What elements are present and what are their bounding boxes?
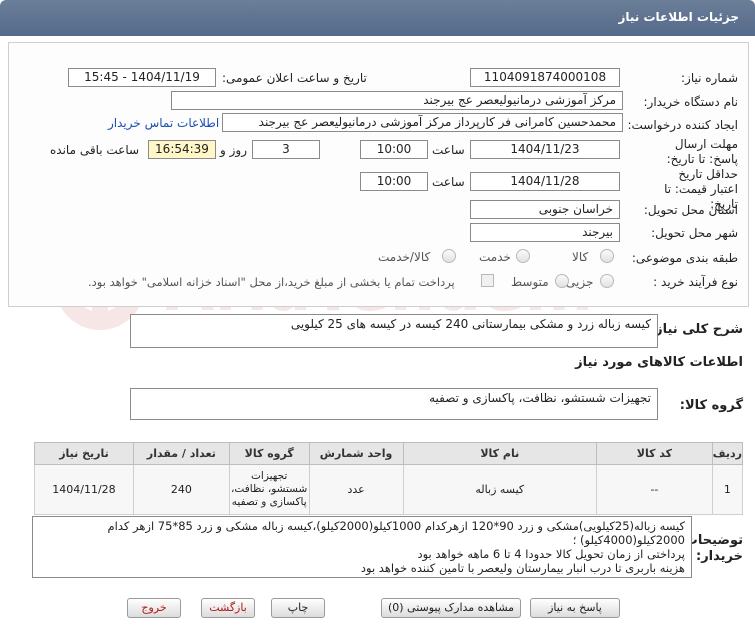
- items-table-wrapper: ردیف کد کالا نام کالا واحد شمارش گروه کا…: [34, 442, 744, 515]
- table-row[interactable]: 1 -- کیسه زباله عدد تجهیزات شستشو، نظافت…: [34, 464, 744, 515]
- cell-qty: 240: [132, 464, 230, 515]
- contact-buyer-link[interactable]: اطلاعات تماس خریدار: [108, 116, 219, 130]
- requester-label: ایجاد کننده درخواست:: [627, 118, 738, 132]
- category-goods-radio[interactable]: [600, 249, 614, 263]
- buyer-notes-field: کیسه زباله(25کیلویی)مشکی و زرد 90*120 از…: [32, 516, 692, 578]
- need-number-value: 1104091874000108: [470, 68, 620, 87]
- cell-row: 1: [711, 464, 744, 515]
- col-name: نام کالا: [402, 442, 598, 465]
- buyer-note-line: کیسه زباله(25کیلویی)مشکی و زرد 90*120 از…: [107, 519, 686, 533]
- cell-group-line: تجهیزات: [251, 470, 288, 482]
- general-desc-label: شرح کلی نیاز:: [649, 322, 743, 337]
- back-button[interactable]: بازگشت: [201, 598, 255, 618]
- category-label: طبقه بندی موضوعی:: [631, 251, 738, 265]
- deadline-label: مهلت ارسال پاسخ: تا تاریخ:: [666, 137, 738, 166]
- province-value: خراسان جنوبی: [470, 200, 620, 219]
- city-value: بیرجند: [470, 223, 620, 242]
- cell-name: کیسه زباله: [402, 464, 598, 515]
- validity-date: 1404/11/28: [470, 172, 620, 191]
- deadline-time-label: ساعت: [432, 143, 465, 157]
- print-button[interactable]: چاپ: [271, 598, 325, 618]
- remaining-label: ساعت باقی مانده: [50, 143, 140, 157]
- table-header-row: ردیف کد کالا نام کالا واحد شمارش گروه کا…: [34, 442, 744, 465]
- col-code: کد کالا: [596, 442, 713, 465]
- process-medium-label: متوسط: [511, 275, 549, 289]
- reply-button[interactable]: پاسخ به نیاز: [530, 598, 620, 618]
- process-medium-radio[interactable]: [555, 274, 569, 288]
- col-group: گروه کالا: [228, 442, 310, 465]
- cell-code: --: [596, 464, 713, 515]
- validity-time-label: ساعت: [432, 175, 465, 189]
- buyer-note-line: پرداختی از زمان تحویل کالا حدودا 4 تا 6 …: [417, 547, 685, 561]
- deadline-date: 1404/11/23: [470, 140, 620, 159]
- goods-group-text: تجهیزات شستشو، نظافت، پاکسازی و تصفیه: [429, 391, 651, 405]
- city-label: شهر محل تحویل:: [651, 226, 738, 240]
- col-qty: تعداد / مقدار: [132, 442, 230, 465]
- cell-unit: عدد: [308, 464, 404, 515]
- items-table: ردیف کد کالا نام کالا واحد شمارش گروه کا…: [34, 442, 744, 515]
- treasury-payment-checkbox[interactable]: [481, 274, 494, 287]
- remaining-time: 16:54:39: [148, 140, 216, 159]
- category-goods-service-label: کالا/خدمت: [378, 250, 431, 264]
- attachments-button[interactable]: مشاهده مدارک پیوستی (0): [381, 598, 521, 618]
- buyer-org-label: نام دستگاه خریدار:: [643, 95, 739, 109]
- general-desc-field: کیسه زباله زرد و مشکی بیمارستانی 240 کیس…: [130, 314, 658, 348]
- cell-group-line: پاکسازی و تصفیه: [231, 496, 307, 508]
- buyer-note-line: هزینه باربری تا درب انبار بیمارستان ولیع…: [360, 561, 685, 575]
- process-minor-radio[interactable]: [600, 274, 614, 288]
- goods-info-title: اطلاعات کالاهای مورد نیاز: [575, 355, 743, 370]
- province-label: استان محل تحویل:: [643, 203, 738, 217]
- days-remaining: 3: [252, 140, 320, 159]
- col-row: ردیف: [711, 442, 744, 465]
- goods-group-label: گروه کالا:: [679, 398, 743, 413]
- category-goods-label: کالا: [572, 250, 589, 264]
- days-label: روز و: [220, 143, 247, 157]
- buyer-note-line: 2000کیلو(4000کیلو) ؛: [572, 533, 685, 547]
- page-header: جزئیات اطلاعات نیاز: [0, 0, 755, 36]
- category-goods-service-radio[interactable]: [442, 249, 456, 263]
- announce-value: 1404/11/19 - 15:45: [68, 68, 216, 87]
- deadline-time: 10:00: [360, 140, 428, 159]
- treasury-payment-note: پرداخت تمام یا بخشی از مبلغ خرید،از محل …: [88, 275, 455, 289]
- need-number-label: شماره نیاز:: [681, 71, 738, 85]
- cell-group-line: شستشو، نظافت،: [231, 483, 308, 495]
- category-service-label: خدمت: [479, 250, 511, 264]
- cell-group: تجهیزات شستشو، نظافت، پاکسازی و تصفیه: [228, 464, 310, 515]
- process-label: نوع فرآیند خرید :: [653, 275, 738, 289]
- col-unit: واحد شمارش: [308, 442, 404, 465]
- goods-group-field: تجهیزات شستشو، نظافت، پاکسازی و تصفیه: [130, 388, 658, 420]
- process-minor-label: جزیی: [566, 275, 594, 289]
- page-title: جزئیات اطلاعات نیاز: [618, 10, 739, 24]
- cell-date: 1404/11/28: [34, 464, 134, 515]
- validity-time: 10:00: [360, 172, 428, 191]
- exit-button[interactable]: خروج: [127, 598, 181, 618]
- general-desc-text: کیسه زباله زرد و مشکی بیمارستانی 240 کیس…: [290, 317, 651, 331]
- announce-label: تاریخ و ساعت اعلان عمومی:: [222, 71, 367, 85]
- col-date: تاریخ نیاز: [34, 442, 134, 465]
- requester-value: محمدحسین کامرانی فر کارپرداز مرکز آموزشی…: [222, 113, 623, 132]
- buyer-org-value: مرکز آموزشی درمانیولیعصر عج بیرجند: [171, 91, 623, 110]
- category-service-radio[interactable]: [516, 249, 530, 263]
